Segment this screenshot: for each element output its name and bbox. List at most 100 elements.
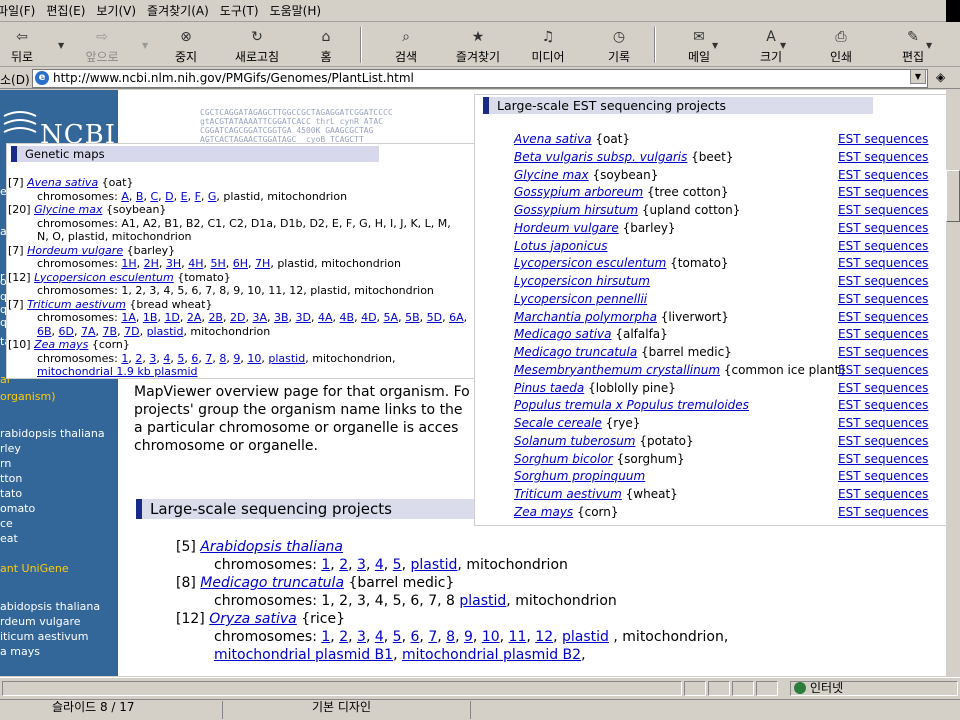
chromosome-link[interactable]: 4D [361, 311, 376, 324]
est-sequences-link[interactable]: EST sequences [838, 310, 928, 324]
url-input[interactable]: e http://www.ncbi.nlm.nih.gov/PMGifs/Gen… [32, 69, 928, 88]
plasmid-link[interactable]: mitochondrial 1.9 kb plasmid [37, 365, 198, 378]
chromosome-link[interactable]: 7A [81, 325, 96, 338]
est-sequences-link[interactable]: EST sequences [838, 398, 928, 412]
menu-item[interactable]: 도움말(H) [270, 2, 333, 19]
menu-item[interactable]: 도구(T) [220, 2, 270, 19]
est-sequences-link[interactable]: EST sequences [838, 256, 928, 270]
est-sequences-link[interactable]: EST sequences [838, 185, 928, 199]
est-sequences-link[interactable]: EST sequences [838, 469, 928, 483]
organism-link[interactable]: Triticum aestivum [514, 487, 622, 501]
est-sequences-link[interactable]: EST sequences [838, 345, 928, 359]
organism-link[interactable]: Secale cereale [514, 416, 602, 430]
organism-link[interactable]: Hordeum vulgare [27, 244, 123, 257]
chromosome-link[interactable]: 1D [164, 311, 179, 324]
organism-link[interactable]: Marchantia polymorpha [514, 310, 657, 324]
sidebar-item[interactable]: a mays [0, 645, 40, 658]
chromosome-link[interactable]: 5H [210, 257, 225, 270]
organism-link[interactable]: Sorghum propinquum [514, 469, 645, 483]
organism-link[interactable]: Glycine max [34, 203, 102, 216]
est-sequences-link[interactable]: EST sequences [838, 150, 928, 164]
plastid-link[interactable]: plastid [562, 629, 609, 645]
sidebar-item[interactable]: organism) [0, 390, 56, 403]
sidebar-item[interactable]: abidopsis thaliana [0, 600, 100, 613]
chromosome-link[interactable]: 6 [191, 352, 198, 365]
organism-link[interactable]: Populus tremula x Populus tremuloides [514, 398, 749, 412]
chromosome-link[interactable]: 1 [321, 557, 330, 573]
address-dropdown-icon[interactable]: ▼ [910, 69, 926, 84]
organism-link[interactable]: Lycopersicon pennellii [514, 292, 647, 306]
est-sequences-link[interactable]: EST sequences [838, 434, 928, 448]
chromosome-link[interactable]: 3 [357, 629, 366, 645]
sidebar-item[interactable]: ce [0, 517, 13, 530]
chromosome-link[interactable]: 3B [274, 311, 289, 324]
chromosome-link[interactable]: 2 [339, 557, 348, 573]
chromosome-link[interactable]: 9 [464, 629, 473, 645]
chromosome-link[interactable]: 8 [219, 352, 226, 365]
est-sequences-link[interactable]: EST sequences [838, 452, 928, 466]
stop-button[interactable]: ⊗ 중지 [168, 25, 204, 65]
size-dropdown-icon[interactable]: ▼ [780, 41, 786, 50]
chromosome-link[interactable]: 7 [205, 352, 212, 365]
chromosome-link[interactable]: 1H [121, 257, 136, 270]
chromosome-link[interactable]: 6H [233, 257, 248, 270]
chromosome-link[interactable]: 5B [405, 311, 420, 324]
plasmid-link[interactable]: mitochondrial plasmid B1 [214, 647, 393, 663]
menu-item[interactable]: 보기(V) [96, 2, 147, 19]
chromosome-link[interactable]: 1B [143, 311, 158, 324]
sidebar-item[interactable]: tton [0, 472, 22, 485]
organism-link[interactable]: Gossypium hirsutum [514, 203, 638, 217]
chromosome-link[interactable]: C [150, 190, 158, 203]
back-button[interactable]: ⇦ 뒤로 [4, 25, 40, 65]
chromosome-link[interactable]: G [208, 190, 217, 203]
organism-link[interactable]: Triticum aestivum [27, 298, 126, 311]
chromosome-link[interactable]: 7 [428, 629, 437, 645]
chromosome-link[interactable]: 10 [247, 352, 261, 365]
chromosome-link[interactable]: 5 [393, 557, 402, 573]
organism-link[interactable]: Sorghum bicolor [514, 452, 613, 466]
chromosome-link[interactable]: 12 [535, 629, 553, 645]
organism-link[interactable]: Lycopersicon hirsutum [514, 274, 650, 288]
organism-link[interactable]: Hordeum vulgare [514, 221, 619, 235]
chromosome-link[interactable]: plastid [147, 325, 184, 338]
chromosome-link[interactable]: 3H [166, 257, 181, 270]
chromosome-link[interactable]: 5 [177, 352, 184, 365]
organism-link[interactable]: Lotus japonicus [514, 239, 607, 253]
est-sequences-link[interactable]: EST sequences [838, 203, 928, 217]
chromosome-link[interactable]: A [121, 190, 129, 203]
organism-link[interactable]: Medicago truncatula [514, 345, 637, 359]
sidebar-item[interactable]: ant UniGene [0, 562, 69, 575]
chromosome-link[interactable]: 6 [411, 629, 420, 645]
chromosome-link[interactable]: 3 [357, 557, 366, 573]
est-sequences-link[interactable]: EST sequences [838, 132, 928, 146]
chromosome-link[interactable]: 1 [321, 629, 330, 645]
organism-link[interactable]: Oryza sativa [209, 611, 297, 627]
organism-link[interactable]: Lycopersicon esculentum [514, 256, 666, 270]
chromosome-link[interactable]: 2 [339, 629, 348, 645]
print-button[interactable]: ⎙ 인쇄 [826, 25, 856, 65]
organism-link[interactable]: Lycopersicon esculentum [34, 271, 174, 284]
organism-link[interactable]: Medicago truncatula [200, 575, 344, 591]
chromosome-link[interactable]: 4 [375, 629, 384, 645]
est-sequences-link[interactable]: EST sequences [838, 381, 928, 395]
mail-dropdown-icon[interactable]: ▼ [712, 41, 718, 50]
chromosome-link[interactable]: 2A [187, 311, 202, 324]
chromosome-link[interactable]: B [136, 190, 144, 203]
edit-dropdown-icon[interactable]: ▼ [926, 41, 932, 50]
sidebar-item[interactable]: rabidopsis thaliana [0, 427, 105, 440]
organism-link[interactable]: Arabidopsis thaliana [200, 539, 343, 555]
chromosome-link[interactable]: 2H [144, 257, 159, 270]
chromosome-link[interactable]: 4B [340, 311, 355, 324]
sidebar-item[interactable]: omato [0, 502, 35, 515]
organism-link[interactable]: Zea mays [34, 338, 88, 351]
organism-link[interactable]: Beta vulgaris subsp. vulgaris [514, 150, 687, 164]
est-sequences-link[interactable]: EST sequences [838, 487, 928, 501]
organism-link[interactable]: Avena sativa [27, 176, 98, 189]
est-sequences-link[interactable]: EST sequences [838, 327, 928, 341]
chromosome-link[interactable]: 3 [149, 352, 156, 365]
organism-link[interactable]: Glycine max [514, 168, 589, 182]
chromosome-link[interactable]: 7B [103, 325, 118, 338]
est-sequences-link[interactable]: EST sequences [838, 505, 928, 519]
chromosome-link[interactable]: 9 [233, 352, 240, 365]
chromosome-link[interactable]: 10 [482, 629, 500, 645]
